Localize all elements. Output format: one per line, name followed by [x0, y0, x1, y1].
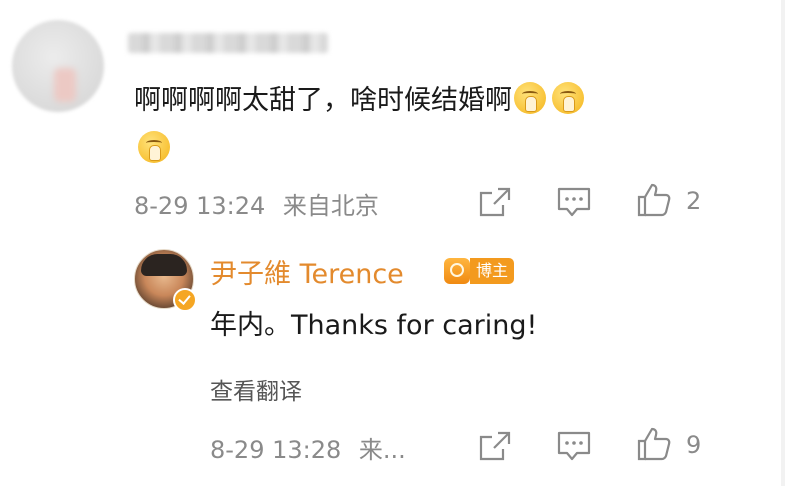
pray-emoji-icon — [514, 82, 546, 114]
comment-icon[interactable] — [556, 186, 592, 218]
like-icon[interactable] — [636, 182, 672, 218]
pray-emoji-icon — [138, 131, 170, 163]
reply-body: 年内。Thanks for caring! — [210, 310, 538, 341]
reply-meta: 8-29 13:28 来... — [210, 430, 406, 465]
comment-meta: 8-29 13:24 来自北京 — [134, 186, 379, 221]
avatar-detail — [141, 254, 187, 276]
commenter-avatar-blurred[interactable] — [12, 20, 104, 112]
like-icon[interactable] — [636, 426, 672, 462]
reply-location: 来... — [358, 436, 406, 464]
comment-text: 啊啊啊啊太甜了，啥时候结婚啊 — [134, 85, 512, 116]
avatar-detail — [54, 68, 76, 102]
blogger-badge: 博主 — [470, 258, 515, 284]
reply-like-count: 9 — [686, 431, 702, 459]
comment-thread: 啊啊啊啊太甜了，啥时候结婚啊 8-29 13:24 来自北京 2 尹子維 Ter… — [0, 0, 785, 486]
level-icon — [444, 258, 470, 284]
share-icon[interactable] — [478, 430, 512, 462]
comment-location: 来自北京 — [282, 192, 379, 220]
view-translation-link[interactable]: 查看翻译 — [210, 372, 302, 406]
reply-author-name[interactable]: 尹子維 Terence — [210, 252, 404, 291]
comment-like-count: 2 — [686, 187, 702, 215]
share-icon[interactable] — [478, 186, 512, 218]
comment-timestamp: 8-29 13:24 — [134, 192, 266, 220]
panel-edge — [781, 0, 785, 486]
verified-badge-icon — [173, 288, 197, 312]
reply-timestamp: 8-29 13:28 — [210, 436, 342, 464]
pray-emoji-icon — [552, 82, 584, 114]
comment-body: 啊啊啊啊太甜了，啥时候结婚啊 — [134, 76, 694, 174]
commenter-name-blurred[interactable] — [128, 33, 328, 53]
comment-icon[interactable] — [556, 430, 592, 462]
